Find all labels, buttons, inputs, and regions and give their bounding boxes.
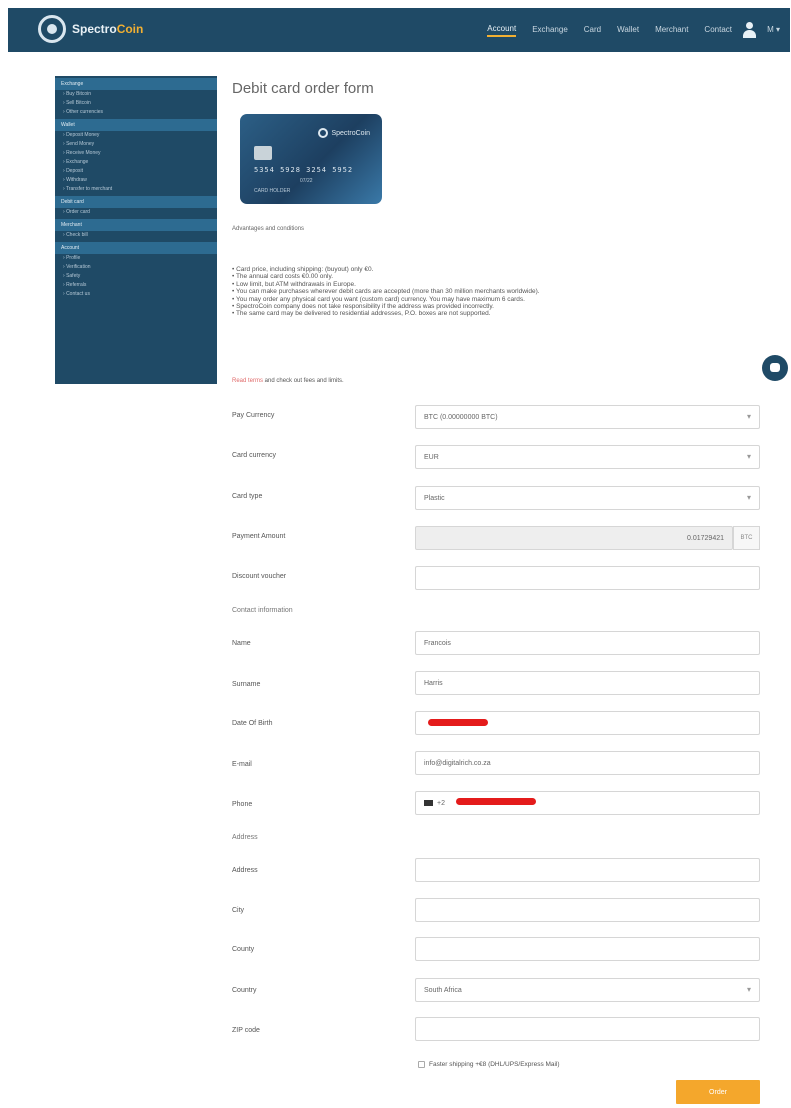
sidebar-item-transfer[interactable]: › Transfer to merchant [55,185,217,194]
county-label: County [232,946,255,953]
card-currency-select[interactable]: EUR [415,445,760,469]
sidebar-item-contact-us[interactable]: › Contact us [55,290,217,299]
sidebar-item-withdraw[interactable]: › Withdraw [55,176,217,185]
nav-merchant[interactable]: Merchant [655,25,688,36]
sidebar-item-referrals[interactable]: › Referrals [55,281,217,290]
card-type-select[interactable]: Plastic [415,486,760,510]
payment-amount-field: 0.01729421 [415,526,733,550]
sidebar-item-exchange[interactable]: › Exchange [55,158,217,167]
sidebar: Exchange › Buy Bitcoin › Sell Bitcoin › … [55,76,217,384]
sidebar-item-buy-bitcoin[interactable]: › Buy Bitcoin [55,90,217,99]
sidebar-item-deposit[interactable]: › Deposit [55,167,217,176]
user-menu-toggle[interactable]: M ▾ [767,25,780,34]
terms-note: Read terms and check out fees and limits… [232,378,344,384]
redaction-mark [456,798,536,805]
surname-label: Surname [232,681,261,688]
nav-account[interactable]: Account [487,24,517,37]
card-brand: SpectroCoin [318,128,370,138]
card-chip-icon [254,146,272,160]
top-navbar: SpectroCoin Account Exchange Card Wallet… [8,8,790,52]
zip-label: ZIP code [232,1027,260,1034]
condition-item: • The same card may be delivered to resi… [232,310,491,318]
user-icon[interactable] [742,22,756,38]
condition-item: • SpectroCoin company does not take resp… [232,303,494,311]
email-label: E-mail [232,761,252,768]
address-label: Address [232,867,258,874]
pay-currency-label: Pay Currency [232,412,275,419]
sidebar-item-send-money[interactable]: › Send Money [55,140,217,149]
terms-link[interactable]: Read terms [232,378,263,384]
email-input[interactable]: info@digitalrich.co.za [415,751,760,775]
page-title: Debit card order form [232,80,374,97]
sidebar-item-safety[interactable]: › Safety [55,272,217,281]
discount-voucher-input[interactable] [415,566,760,590]
order-button[interactable]: Order [676,1080,760,1104]
discount-voucher-label: Discount voucher [232,573,287,580]
address-input[interactable] [415,858,760,882]
sidebar-item-profile[interactable]: › Profile [55,254,217,263]
sidebar-item-verification[interactable]: › Verification [55,263,217,272]
sidebar-section-exchange: Exchange [55,78,217,90]
main-nav: Account Exchange Card Wallet Merchant Co… [471,8,732,52]
sidebar-item-receive-money[interactable]: › Receive Money [55,149,217,158]
county-input[interactable] [415,937,760,961]
chat-icon[interactable] [762,355,788,381]
condition-item: • Card price, including shipping: (buyou… [232,266,374,273]
logo-text-accent: Coin [116,22,144,36]
name-input[interactable]: Francois [415,631,760,655]
condition-item: • You may order any physical card you wa… [232,295,525,303]
contact-info-heading: Contact information [232,607,293,614]
phone-code: +2 [437,799,445,807]
dob-label: Date Of Birth [232,720,273,727]
faster-shipping-option[interactable]: Faster shipping +€8 (DHL/UPS/Express Mai… [418,1061,560,1068]
name-label: Name [232,640,251,647]
card-number: 5354 5928 3254 5952 [254,166,354,174]
condition-item: • You can make purchases wherever debit … [232,288,540,296]
phone-label: Phone [232,801,253,808]
sidebar-section-debit-card: Debit card [55,196,217,208]
country-label: Country [232,987,257,994]
debit-card-image: SpectroCoin 5354 5928 3254 5952 07/22 CA… [240,114,382,204]
sidebar-item-order-card[interactable]: › Order card [55,208,217,217]
logo[interactable]: SpectroCoin [38,15,143,43]
card-currency-label: Card currency [232,452,276,459]
payment-amount-unit: BTC [733,526,760,550]
faster-shipping-checkbox[interactable] [418,1061,425,1068]
conditions-heading: Advantages and conditions [232,226,305,232]
faster-shipping-label: Faster shipping +€8 (DHL/UPS/Express Mai… [429,1061,560,1068]
sidebar-item-check-bill[interactable]: › Check bill [55,231,217,240]
zip-input[interactable] [415,1017,760,1041]
surname-input[interactable]: Harris [415,671,760,695]
sidebar-section-account: Account [55,242,217,254]
redaction-mark [428,719,488,726]
card-brand-icon [318,128,329,138]
city-label: City [232,907,245,914]
logo-text: Spectro [72,22,117,36]
country-flag-icon[interactable] [424,800,433,806]
condition-item: • Low limit, but ATM withdrawals in Euro… [232,280,356,288]
payment-amount-label: Payment Amount [232,533,286,540]
condition-item: • The annual card costs €0.00 only. [232,273,334,281]
card-holder: CARD HOLDER [254,188,291,194]
logo-gear-icon [38,15,66,43]
sidebar-section-wallet: Wallet [55,119,217,131]
conditions-list: • Card price, including shipping: (buyou… [232,266,762,318]
nav-wallet[interactable]: Wallet [617,25,639,36]
address-heading: Address [232,834,258,841]
country-select[interactable]: South Africa [415,978,760,1002]
nav-card[interactable]: Card [584,25,601,36]
sidebar-section-merchant: Merchant [55,219,217,231]
pay-currency-select[interactable]: BTC (0.00000000 BTC) [415,405,760,429]
city-input[interactable] [415,898,760,922]
card-type-label: Card type [232,493,263,500]
nav-exchange[interactable]: Exchange [532,25,568,36]
card-valid: 07/22 [300,178,313,184]
sidebar-item-other-currencies[interactable]: › Other currencies [55,108,217,117]
nav-contact[interactable]: Contact [704,25,732,36]
sidebar-item-deposit-money[interactable]: › Deposit Money [55,131,217,140]
sidebar-item-sell-bitcoin[interactable]: › Sell Bitcoin [55,99,217,108]
